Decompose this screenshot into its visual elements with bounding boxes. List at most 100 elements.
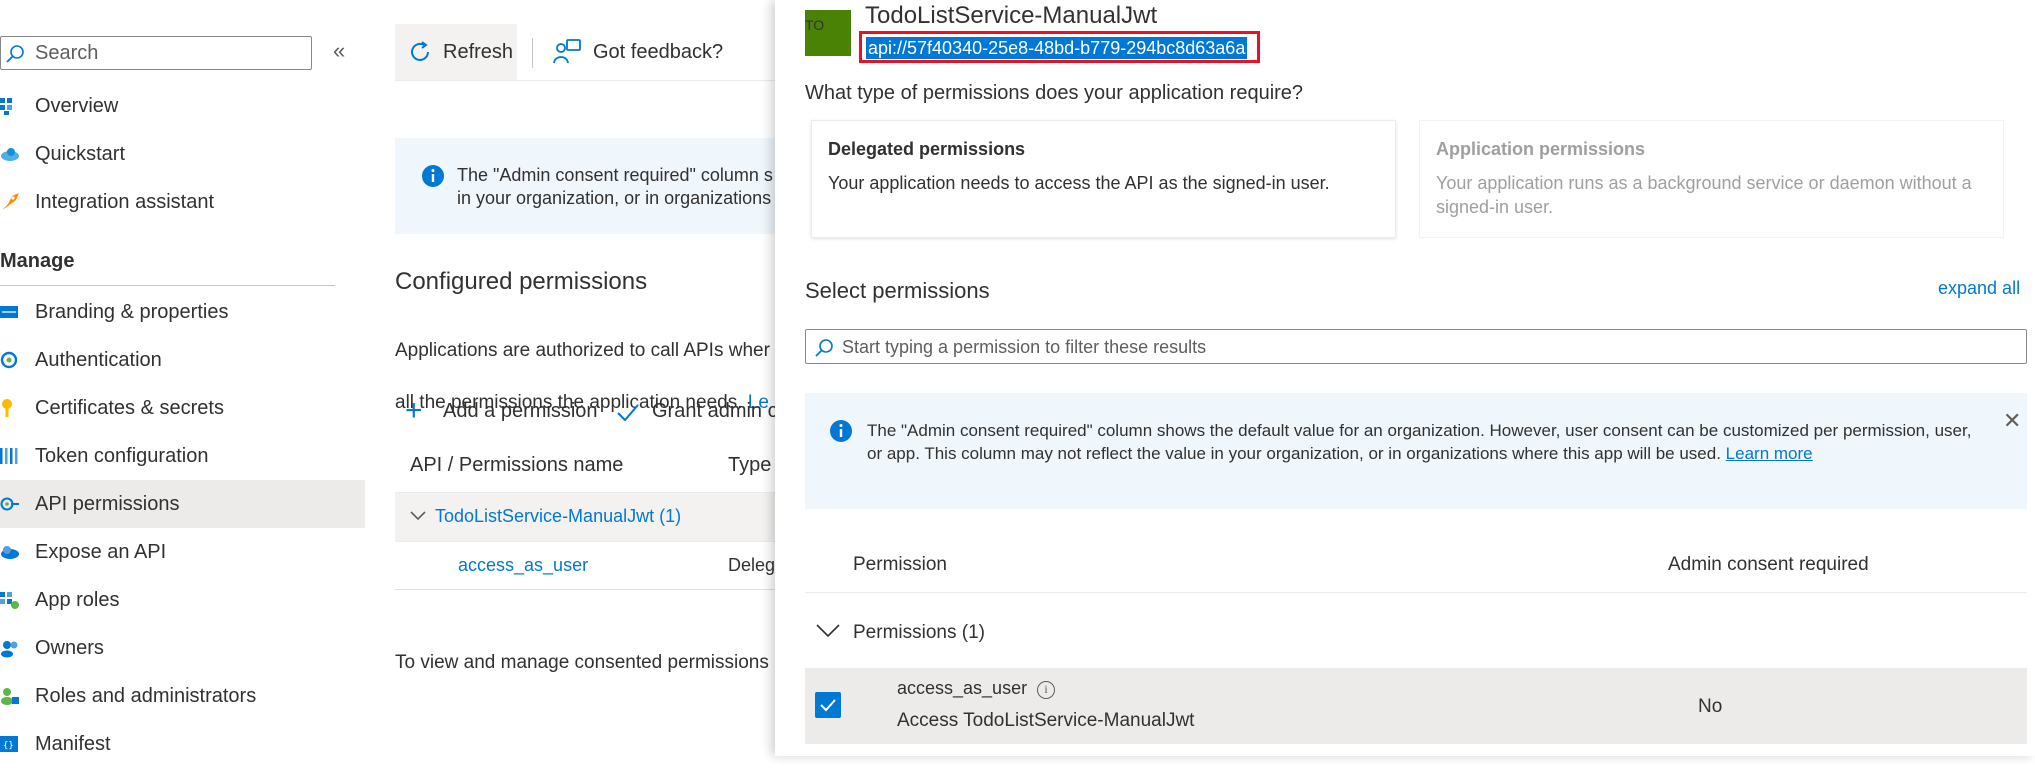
request-api-permissions-panel: TO TodoListService-ManualJwt api://57f40… [775, 0, 2035, 756]
collapse-sidebar-button[interactable]: « [333, 38, 345, 64]
sidebar-item-label: Certificates & secrets [35, 397, 224, 419]
rocket-icon [2, 193, 19, 210]
close-icon[interactable]: ✕ [2003, 408, 2021, 434]
sidebar-item-label: API permissions [35, 493, 180, 515]
key-icon [2, 399, 12, 417]
permission-type-question: What type of permissions does your appli… [805, 82, 1304, 104]
search-icon [6, 45, 24, 63]
application-title: Application permissions [1436, 139, 1646, 159]
sidebar-item-label: Owners [35, 637, 104, 659]
permissions-group-label: Permissions (1) [853, 622, 985, 643]
api-title: TodoListService-ManualJwt [865, 2, 1158, 29]
application-description: Your application runs as a background se… [1436, 173, 1972, 217]
delegated-description: Your application needs to access the API… [828, 173, 1330, 193]
api-permissions-icon [0, 497, 19, 511]
sidebar-item-label: App roles [35, 589, 120, 611]
select-permissions-title: Select permissions [805, 278, 990, 303]
info-icon [422, 165, 444, 187]
quickstart-cloud-icon [1, 148, 19, 161]
info-icon [830, 420, 852, 442]
column-header-admin-consent: Admin consent required [1668, 554, 1869, 575]
plus-icon: + [405, 394, 423, 427]
checkmark-icon [820, 699, 836, 712]
learn-more-link[interactable]: Learn more [1726, 444, 1813, 463]
refresh-button[interactable]: Refresh [395, 24, 517, 80]
search-placeholder: Search [35, 42, 99, 64]
sidebar-item-label: Branding & properties [35, 301, 229, 323]
sidebar-item-app-roles[interactable]: App roles [0, 576, 365, 624]
api-uri-selected-text[interactable]: api://57f40340-25e8-48bd-b779-294bc8d63a… [866, 37, 1248, 59]
sidebar-item-certificates[interactable]: Certificates & secrets [0, 384, 365, 432]
sidebar-item-integration-assistant[interactable]: Integration assistant [0, 178, 365, 226]
roles-admin-icon [1, 688, 19, 705]
sidebar-item-label: Expose an API [35, 541, 167, 563]
sidebar-item-label: Authentication [35, 349, 162, 371]
refresh-icon [411, 41, 429, 61]
sidebar-item-label: Roles and administrators [35, 685, 257, 707]
sidebar-item-label: Quickstart [35, 143, 126, 165]
permission-description: Access TodoListService-ManualJwt [897, 710, 1195, 731]
permission-filter-field[interactable] [805, 329, 2027, 364]
sidebar-item-label: Manifest [35, 733, 111, 755]
manage-divider [0, 285, 335, 286]
chevron-down-icon [816, 624, 840, 638]
token-bars-icon [0, 448, 18, 464]
group-api-link[interactable]: TodoListService-ManualJwt (1) [435, 506, 681, 527]
column-header-api-permissions-name[interactable]: API / Permissions name [410, 454, 623, 477]
permission-type: Deleg [728, 555, 775, 575]
permission-row[interactable]: access_as_user i Access TodoListService-… [805, 668, 2027, 744]
sidebar-item-overview[interactable]: Overview [0, 82, 365, 130]
column-header-permission: Permission [853, 554, 947, 575]
sidebar-item-owners[interactable]: Owners [0, 624, 365, 672]
search-icon [815, 339, 833, 357]
feedback-icon [553, 39, 581, 64]
sidebar-item-quickstart[interactable]: Quickstart [0, 130, 365, 178]
permission-filter-input[interactable] [840, 332, 1994, 362]
grant-admin-label: Grant admin c [652, 400, 775, 422]
sidebar-item-roles-administrators[interactable]: Roles and administrators [0, 672, 365, 720]
info-icon[interactable]: i [1037, 681, 1055, 699]
delegated-permissions-card[interactable]: Delegated permissions Your application n… [811, 120, 1396, 238]
api-logo: TO [805, 10, 851, 56]
svg-text:{}: {} [3, 741, 14, 751]
toolbar-divider [395, 80, 775, 81]
overview-grid-icon [0, 98, 12, 115]
sidebar-item-expose-api[interactable]: Expose an API [0, 528, 365, 576]
sidebar-nav: Search « Overview Quickstart Integration… [0, 0, 370, 756]
table-row: access_as_user Deleg [395, 541, 775, 590]
main-content: Refresh Got feedback? The "Admin consent… [370, 0, 775, 756]
application-permissions-card[interactable]: Application permissions Your application… [1419, 120, 2004, 238]
admin-consent-value: No [1698, 696, 1723, 717]
sidebar-item-manifest[interactable]: {} Manifest [0, 720, 365, 768]
sidebar-item-branding[interactable]: Branding & properties [0, 288, 365, 336]
owners-icon [1, 641, 18, 658]
permission-group-row[interactable]: TodoListService-ManualJwt (1) [395, 492, 775, 542]
expand-all-link[interactable]: expand all [1938, 278, 2020, 299]
sidebar-item-token-configuration[interactable]: Token configuration [0, 432, 365, 480]
sidebar-item-authentication[interactable]: Authentication [0, 336, 365, 384]
sidebar-item-label: Integration assistant [35, 191, 214, 213]
admin-consent-info-banner: The "Admin consent required" column s in… [395, 138, 775, 234]
consented-permissions-note: To view and manage consented permissions [395, 652, 769, 673]
configured-permissions-title: Configured permissions [395, 268, 648, 295]
refresh-label: Refresh [443, 41, 514, 63]
permission-name: access_as_user [897, 678, 1028, 698]
permission-checkbox[interactable] [815, 692, 841, 718]
add-permission-label: Add a permission [443, 400, 598, 422]
sidebar-item-label: Overview [35, 95, 119, 117]
chevron-down-icon [410, 511, 426, 521]
search-input[interactable]: Search [0, 36, 312, 70]
cloud-icon [1, 546, 19, 559]
authentication-icon [0, 351, 18, 369]
toolbar-separator [532, 38, 533, 68]
feedback-label: Got feedback? [593, 41, 724, 63]
sidebar-item-api-permissions[interactable]: API permissions [0, 480, 365, 528]
api-uri-highlight: api://57f40340-25e8-48bd-b779-294bc8d63a… [859, 31, 1260, 63]
manage-heading: Manage [0, 250, 75, 272]
permission-name-link[interactable]: access_as_user [458, 555, 588, 576]
manifest-icon: {} [0, 736, 18, 752]
column-header-type[interactable]: Type [728, 454, 771, 477]
info-banner-text: The "Admin consent required" column s in… [457, 165, 773, 208]
configured-desc-line1: Applications are authorized to call APIs… [395, 340, 770, 361]
sidebar-item-label: Token configuration [35, 445, 209, 467]
